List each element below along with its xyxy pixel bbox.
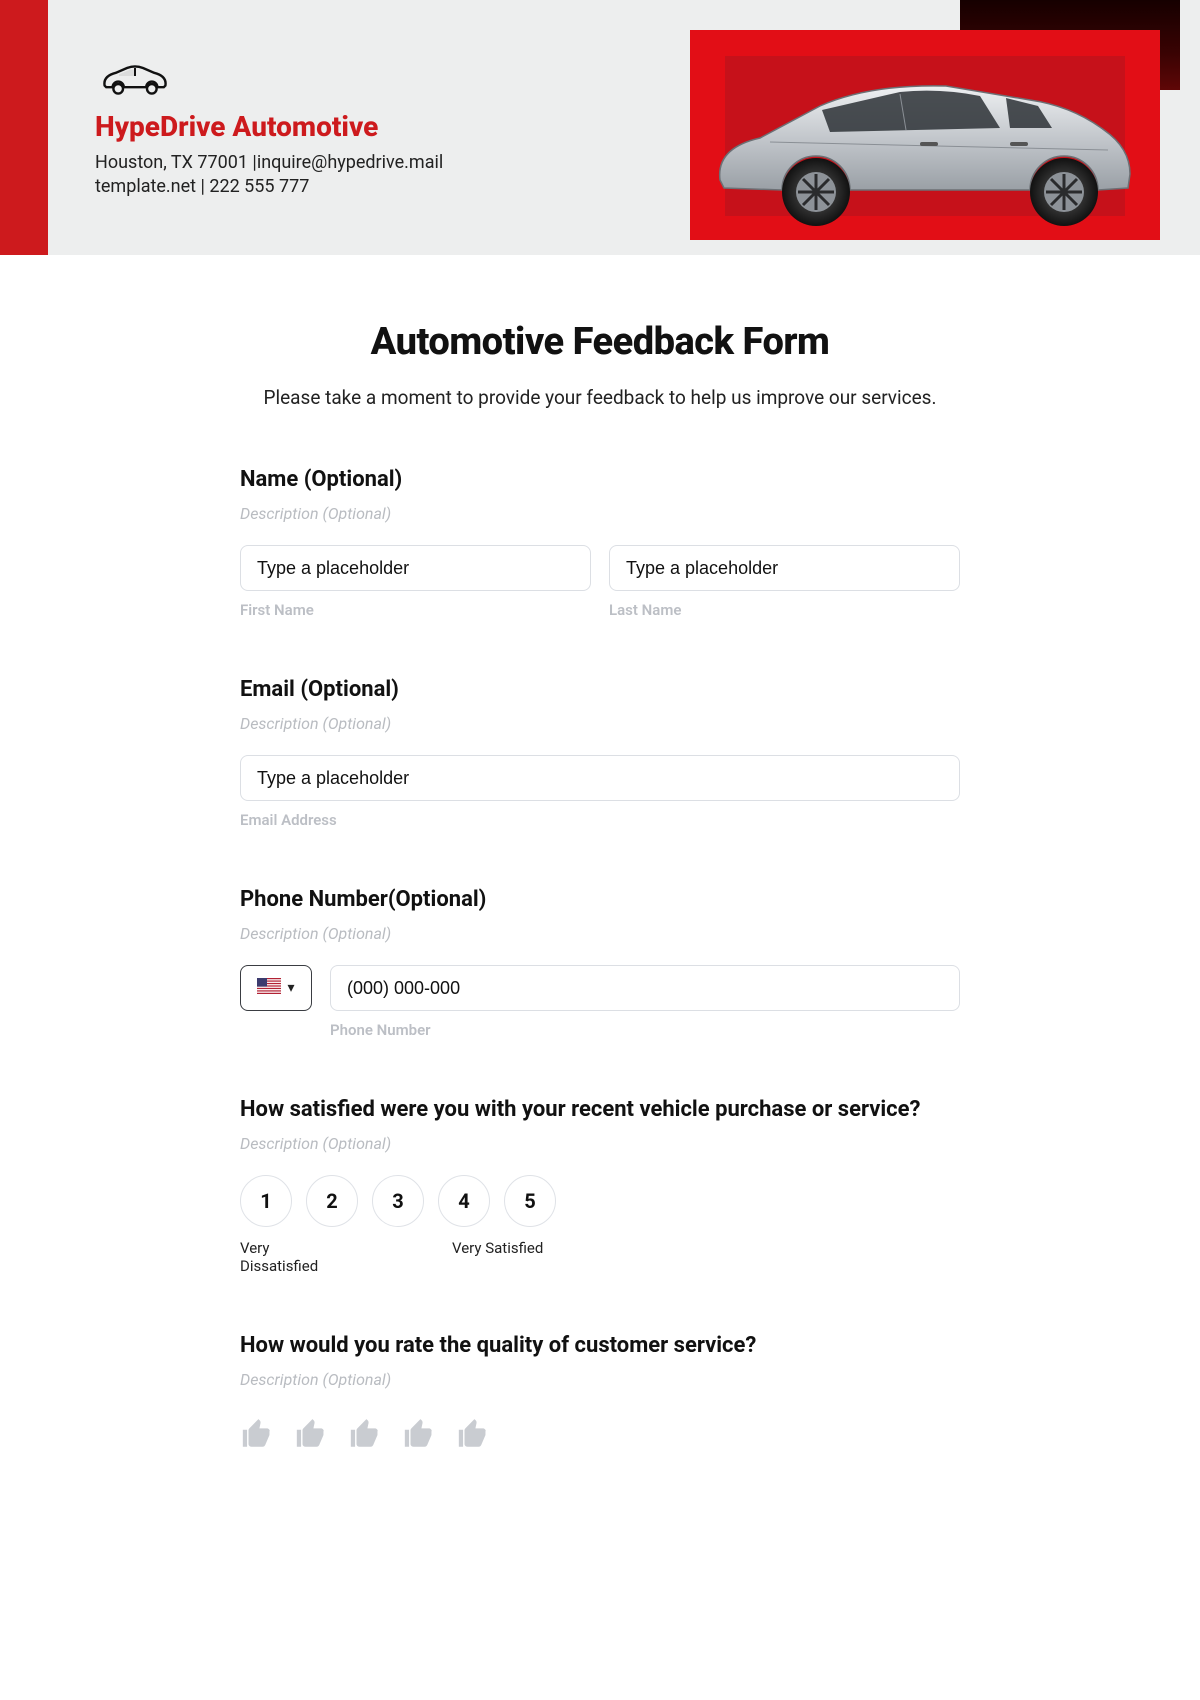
country-code-select[interactable]: ▾ (240, 965, 312, 1011)
first-name-input[interactable] (240, 545, 591, 591)
thumb-up-4[interactable] (402, 1417, 436, 1451)
satisfaction-section: How satisfied were you with your recent … (240, 1097, 960, 1275)
brand-contact: Houston, TX 77001 |inquire@hypedrive.mai… (95, 151, 443, 200)
last-name-sublabel: Last Name (609, 601, 960, 619)
us-flag-icon (257, 978, 281, 998)
last-name-input[interactable] (609, 545, 960, 591)
header: HypeDrive Automotive Houston, TX 77001 |… (0, 0, 1200, 255)
brand-block: HypeDrive Automotive Houston, TX 77001 |… (95, 60, 443, 200)
accent-bar-left (0, 0, 48, 255)
rating-1[interactable]: 1 (240, 1175, 292, 1227)
brand-name: HypeDrive Automotive (95, 110, 443, 143)
name-section: Name (Optional) Description (Optional) F… (240, 467, 960, 619)
name-desc: Description (Optional) (240, 504, 960, 523)
first-name-sublabel: First Name (240, 601, 591, 619)
email-desc: Description (Optional) (240, 714, 960, 733)
rating-5[interactable]: 5 (504, 1175, 556, 1227)
email-sublabel: Email Address (240, 811, 960, 829)
brand-address-line2: template.net | 222 555 777 (95, 175, 443, 199)
hero-car-icon (700, 70, 1140, 244)
email-section: Email (Optional) Description (Optional) … (240, 677, 960, 829)
phone-desc: Description (Optional) (240, 924, 960, 943)
form: Automotive Feedback Form Please take a m… (240, 255, 960, 1451)
chevron-down-icon: ▾ (287, 980, 294, 996)
car-logo-icon (95, 60, 443, 100)
thumb-up-5[interactable] (456, 1417, 490, 1451)
brand-address-line1: Houston, TX 77001 |inquire@hypedrive.mai… (95, 151, 443, 175)
service-quality-section: How would you rate the quality of custom… (240, 1333, 960, 1451)
thumb-up-3[interactable] (348, 1417, 382, 1451)
thumb-up-1[interactable] (240, 1417, 274, 1451)
satisfaction-label: How satisfied were you with your recent … (240, 1097, 960, 1122)
phone-section: Phone Number(Optional) Description (Opti… (240, 887, 960, 1039)
rating-3[interactable]: 3 (372, 1175, 424, 1227)
hero-graphic (660, 0, 1180, 255)
email-input[interactable] (240, 755, 960, 801)
form-intro: Please take a moment to provide your fee… (240, 386, 960, 409)
form-title: Automotive Feedback Form (240, 320, 960, 364)
scale-high-anchor: Very Satisfied (452, 1239, 543, 1275)
phone-label: Phone Number(Optional) (240, 887, 960, 912)
rating-4[interactable]: 4 (438, 1175, 490, 1227)
phone-sublabel: Phone Number (330, 1021, 960, 1039)
name-label: Name (Optional) (240, 467, 960, 492)
service-quality-label: How would you rate the quality of custom… (240, 1333, 960, 1358)
service-quality-desc: Description (Optional) (240, 1370, 960, 1389)
thumb-up-2[interactable] (294, 1417, 328, 1451)
phone-input[interactable] (330, 965, 960, 1011)
scale-low-anchor: VeryDissatisfied (240, 1239, 440, 1275)
rating-2[interactable]: 2 (306, 1175, 358, 1227)
email-label: Email (Optional) (240, 677, 960, 702)
satisfaction-desc: Description (Optional) (240, 1134, 960, 1153)
